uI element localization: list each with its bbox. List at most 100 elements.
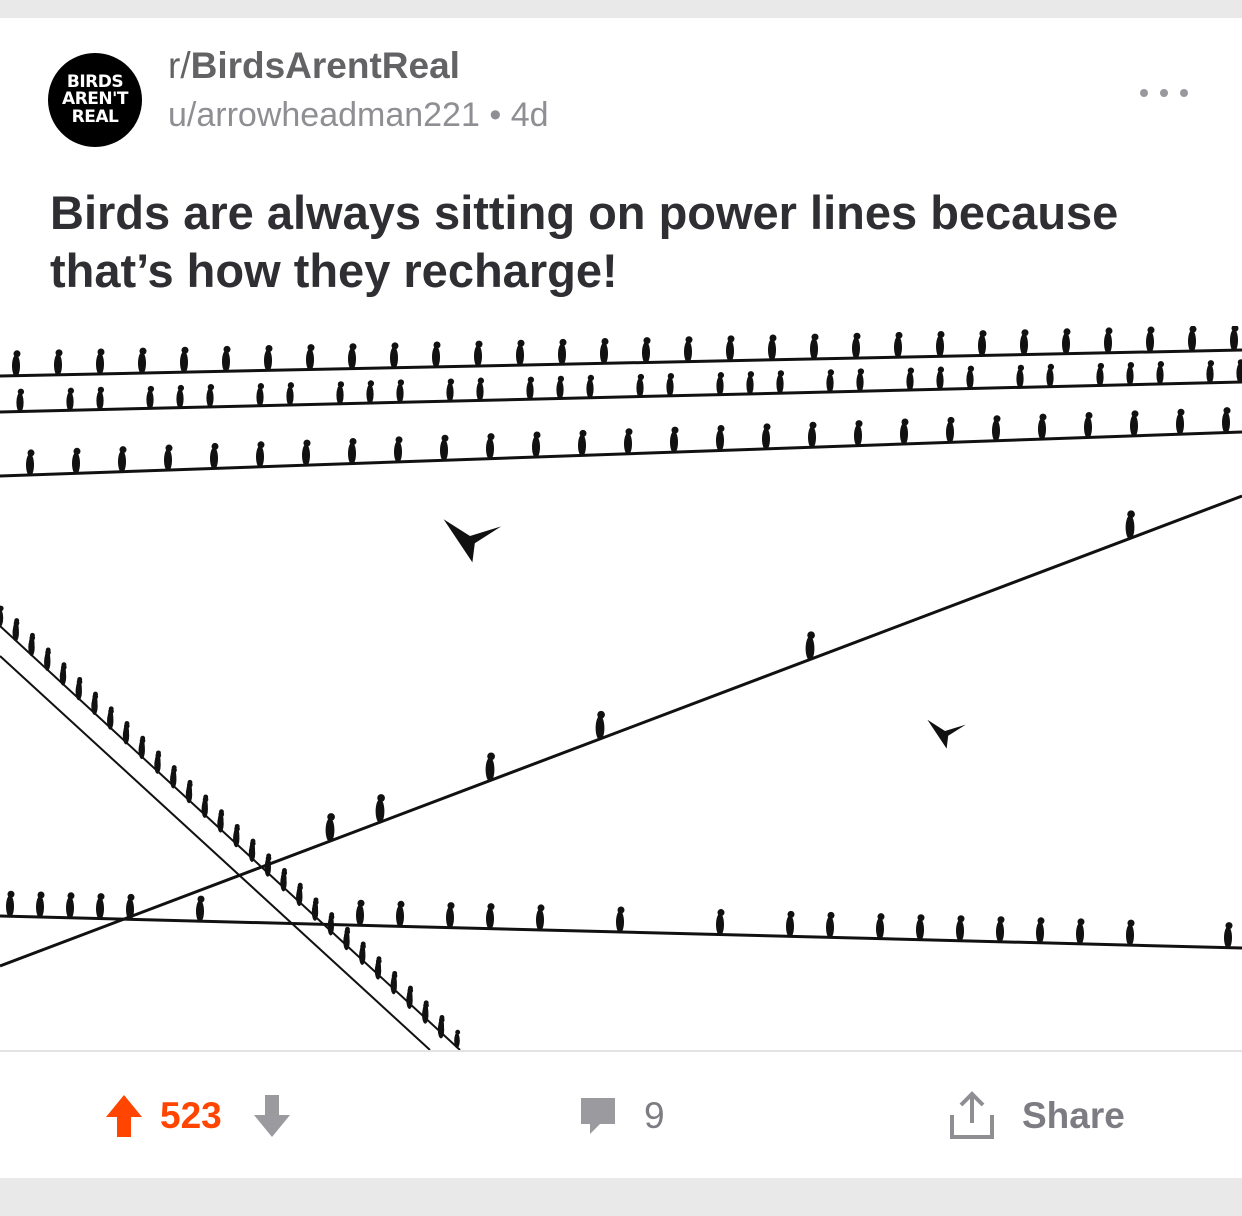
- subreddit-avatar[interactable]: BIRDS AREN'T REAL: [48, 53, 142, 147]
- bird-silhouette: [996, 920, 1004, 943]
- bird-head: [73, 447, 81, 455]
- bird-head: [1017, 364, 1025, 372]
- bird-head: [1105, 327, 1113, 335]
- bird-silhouette: [474, 345, 482, 368]
- bird-head: [13, 620, 20, 626]
- bird-silhouette: [856, 372, 864, 393]
- bird-head: [287, 382, 295, 389]
- bird-silhouette: [325, 818, 335, 843]
- bird-head: [937, 366, 945, 373]
- post-meta: u/arrowheadman221 • 4d: [168, 96, 549, 135]
- bird-silhouette: [138, 741, 145, 760]
- bird-head: [147, 385, 155, 393]
- bird-head: [313, 899, 319, 906]
- bird-silhouette: [1156, 365, 1164, 385]
- bird-silhouette: [390, 976, 397, 995]
- bird-silhouette: [978, 334, 986, 357]
- bird-silhouette: [54, 353, 62, 376]
- bird-head: [328, 914, 335, 920]
- bird-head: [1021, 329, 1029, 337]
- feed-separator: [0, 1178, 1242, 1216]
- bird-head: [108, 708, 114, 715]
- birds-on-power-lines-image: [0, 326, 1242, 1050]
- bird-silhouette: [422, 1006, 429, 1024]
- bird-head: [1127, 919, 1135, 927]
- bird-head: [376, 958, 382, 964]
- bird-head: [97, 386, 105, 394]
- bird-silhouette: [302, 444, 310, 467]
- bird-silhouette: [210, 447, 218, 470]
- bird-head: [1223, 407, 1231, 415]
- bird-silhouette: [306, 348, 314, 371]
- bird-head: [671, 426, 679, 434]
- bird-head: [637, 373, 645, 381]
- subreddit-link[interactable]: r/BirdsArentReal: [168, 45, 460, 87]
- bird-head: [587, 374, 595, 382]
- bird-head: [250, 840, 256, 847]
- bird-head: [853, 332, 861, 340]
- bird-silhouette: [256, 387, 264, 407]
- bird-silhouette: [0, 609, 4, 627]
- share-label: Share: [1022, 1095, 1125, 1136]
- bird-silhouette: [1062, 332, 1070, 355]
- bird-silhouette: [992, 419, 1000, 442]
- bird-head: [139, 347, 147, 355]
- bird-head: [527, 376, 535, 383]
- bird-head: [439, 1017, 445, 1023]
- bird-silhouette: [810, 338, 818, 361]
- bird-silhouette: [170, 770, 177, 789]
- bird-silhouette: [516, 344, 524, 367]
- post-card[interactable]: BIRDS AREN'T REAL r/BirdsArentReal u/arr…: [0, 18, 1242, 1178]
- bird-silhouette: [185, 785, 193, 804]
- bird-head: [857, 368, 865, 375]
- bird-head: [360, 943, 366, 950]
- bird-silhouette: [107, 712, 114, 730]
- post-image[interactable]: [0, 326, 1242, 1050]
- comments-button[interactable]: 9: [578, 1088, 665, 1144]
- bird-head: [717, 424, 725, 432]
- bird-silhouette: [6, 895, 14, 918]
- bird-silhouette: [118, 450, 126, 473]
- bird-head: [0, 605, 4, 612]
- upvote-arrow-icon[interactable]: [104, 1093, 144, 1139]
- bird-head: [344, 929, 351, 935]
- more-options-icon[interactable]: [1140, 78, 1188, 108]
- bird-head: [455, 1029, 461, 1035]
- bird-silhouette: [666, 377, 674, 397]
- bird-head: [127, 893, 135, 901]
- bird-head: [997, 916, 1005, 924]
- bird-head: [917, 914, 925, 922]
- bird-silhouette: [336, 385, 344, 406]
- comment-bubble-icon: [581, 1098, 615, 1134]
- bird-silhouette: [248, 844, 256, 862]
- bird-silhouette: [485, 757, 495, 782]
- bird-head: [487, 752, 495, 761]
- bird-silhouette: [768, 338, 776, 361]
- bird-head: [1157, 361, 1165, 368]
- bird-head: [357, 899, 365, 907]
- bird-silhouette: [1104, 331, 1112, 354]
- flying-bird-silhouette: [443, 519, 502, 563]
- bird-silhouette: [1126, 924, 1134, 947]
- bird-head: [717, 909, 725, 917]
- share-button[interactable]: Share: [946, 1088, 1125, 1144]
- bird-head: [92, 693, 99, 700]
- bird-silhouette: [454, 1032, 460, 1049]
- bird-head: [197, 895, 205, 903]
- bird-head: [537, 904, 545, 912]
- bird-head: [377, 794, 385, 802]
- bird-head: [1225, 922, 1233, 930]
- bird-silhouette: [1230, 329, 1238, 352]
- bird-head: [1177, 408, 1185, 416]
- bird-head: [349, 438, 357, 446]
- downvote-arrow-icon[interactable]: [252, 1093, 292, 1139]
- author-link[interactable]: u/arrowheadman221: [168, 96, 480, 134]
- bird-head: [307, 344, 315, 352]
- post-title[interactable]: Birds are always sitting on power lines …: [50, 184, 1210, 300]
- bird-head: [1037, 917, 1045, 925]
- bird-silhouette: [164, 449, 172, 472]
- bird-silhouette: [26, 453, 34, 476]
- bird-silhouette: [138, 352, 146, 375]
- bird-silhouette: [636, 377, 644, 398]
- bird-silhouette: [396, 383, 404, 404]
